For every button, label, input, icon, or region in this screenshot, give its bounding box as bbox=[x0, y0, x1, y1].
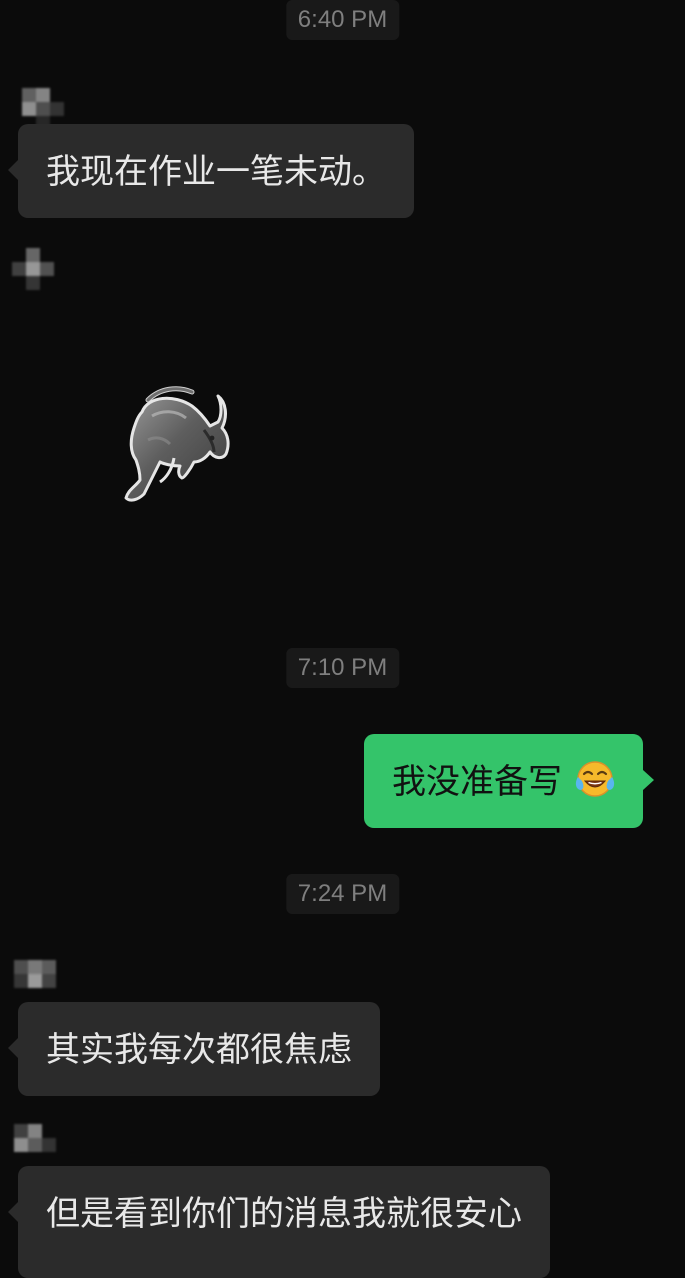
message-bubble-incoming[interactable]: 其实我每次都很焦虑 bbox=[8, 1002, 380, 1096]
avatar[interactable] bbox=[22, 88, 64, 130]
message-text: 我现在作业一笔未动。 bbox=[46, 152, 386, 192]
message-bubble-incoming[interactable]: 我现在作业一笔未动。 bbox=[8, 124, 414, 218]
message-text: 其实我每次都很焦虑 bbox=[46, 1030, 352, 1070]
timestamp: 6:40 PM bbox=[285, 0, 400, 40]
message-bubble-outgoing[interactable]: 我没准备写 bbox=[364, 734, 654, 828]
bull-statue-sticker-icon[interactable] bbox=[118, 382, 234, 508]
avatar[interactable] bbox=[12, 248, 54, 290]
avatar[interactable] bbox=[14, 1124, 56, 1164]
message-text: 我没准备写 bbox=[392, 762, 562, 802]
avatar[interactable] bbox=[14, 960, 56, 1000]
timestamp: 7:24 PM bbox=[285, 874, 400, 914]
chat-view: 6:40 PM 我现在作业一笔未动。 7:10 PM 我没准备写 7:24 PM… bbox=[0, 0, 685, 1278]
timestamp: 7:10 PM bbox=[285, 648, 400, 688]
face-with-tears-of-joy-emoji-icon bbox=[575, 761, 614, 797]
message-text: 但是看到你们的消息我就很安心 bbox=[46, 1194, 522, 1234]
message-bubble-incoming[interactable]: 但是看到你们的消息我就很安心 bbox=[8, 1166, 550, 1278]
